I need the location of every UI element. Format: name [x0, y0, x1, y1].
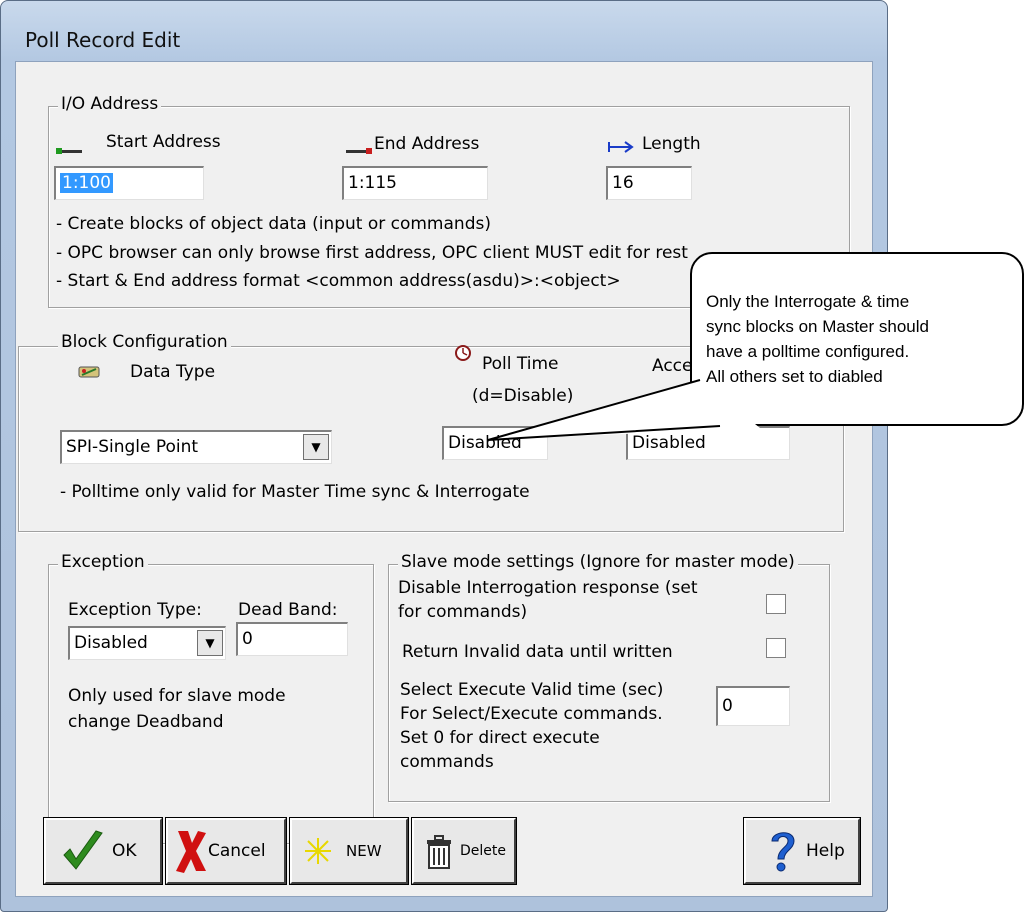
poll-time-label: Poll Time: [482, 354, 559, 374]
access-input[interactable]: Disabled: [626, 426, 790, 460]
io-note-1: - Create blocks of object data (input or…: [56, 214, 491, 234]
delete-button-label: Delete: [460, 843, 506, 859]
block-config-note: - Polltime only valid for Master Time sy…: [60, 482, 530, 502]
select-exec-label-2: For Select/Execute commands.: [400, 704, 663, 724]
select-exec-label-3: Set 0 for direct execute: [400, 728, 600, 748]
return-invalid-label: Return Invalid data until written: [402, 642, 673, 662]
help-question-icon: [766, 829, 798, 873]
start-address-icon: [56, 140, 84, 154]
callout-line-2: sync blocks on Master should: [706, 317, 929, 336]
block-config-legend: Block Configuration: [58, 332, 231, 352]
exception-type-value: Disabled: [74, 633, 148, 653]
select-exec-label-1: Select Execute Valid time (sec): [400, 680, 664, 700]
ok-button-label: OK: [112, 841, 137, 861]
select-exec-time-input[interactable]: 0: [716, 686, 790, 726]
data-type-label: Data Type: [130, 362, 216, 382]
slave-mode-legend: Slave mode settings (Ignore for master m…: [398, 552, 798, 572]
dead-band-input[interactable]: 0: [236, 622, 348, 656]
io-note-3: - Start & End address format <common add…: [56, 271, 621, 291]
delete-button[interactable]: Delete: [411, 817, 517, 885]
start-address-label: Start Address: [106, 132, 221, 152]
clock-icon: [454, 344, 472, 362]
disable-interrogation-checkbox[interactable]: [766, 594, 786, 614]
dialog-window: Poll Record Edit I/O Address Start Addre…: [0, 0, 888, 912]
chevron-down-icon[interactable]: ▼: [303, 434, 329, 460]
poll-time-hint: (d=Disable): [472, 386, 574, 406]
callout-line-4: All others set to diabled: [706, 367, 883, 386]
io-note-2: - OPC browser can only browse first addr…: [56, 243, 688, 263]
callout-line-1: Only the Interrogate & time: [706, 292, 910, 311]
select-exec-label-4: commands: [400, 752, 494, 772]
new-button[interactable]: NEW: [289, 817, 409, 885]
end-address-icon: [346, 140, 374, 154]
exception-type-label: Exception Type:: [68, 600, 202, 620]
ok-button[interactable]: OK: [43, 817, 163, 885]
chevron-down-icon[interactable]: ▼: [197, 630, 223, 656]
data-type-icon: [78, 364, 100, 378]
window-title: Poll Record Edit: [25, 28, 181, 52]
help-button-label: Help: [806, 841, 845, 861]
exception-note-2: change Deadband: [68, 712, 224, 732]
start-address-input[interactable]: 1:100: [54, 166, 204, 200]
help-button[interactable]: Help: [743, 817, 861, 885]
return-invalid-checkbox[interactable]: [766, 638, 786, 658]
end-address-input[interactable]: 1:115: [342, 166, 488, 200]
exception-legend: Exception: [58, 552, 148, 572]
callout-line-3: have a polltime configured.: [706, 342, 910, 361]
ok-check-icon: [60, 829, 104, 873]
end-address-label: End Address: [374, 134, 480, 154]
new-button-label: NEW: [346, 842, 382, 860]
exception-note-1: Only used for slave mode: [68, 686, 286, 706]
cancel-x-icon: [174, 827, 208, 875]
io-address-legend: I/O Address: [58, 94, 162, 114]
callout-text: Only the Interrogate & time sync blocks …: [706, 289, 1006, 389]
length-label: Length: [642, 134, 701, 154]
trash-icon: [424, 832, 454, 870]
title-bar[interactable]: Poll Record Edit: [1, 1, 887, 57]
new-star-icon: [304, 837, 332, 865]
disable-interrogation-label-1: Disable Interrogation response (set: [398, 578, 698, 598]
cancel-button-label: Cancel: [208, 841, 266, 861]
dialog-client: I/O Address Start Address End Address Le…: [15, 61, 873, 897]
dead-band-label: Dead Band:: [238, 600, 338, 620]
data-type-value: SPI-Single Point: [66, 437, 199, 457]
exception-type-combobox[interactable]: Disabled ▼: [68, 626, 226, 660]
data-type-combobox[interactable]: SPI-Single Point ▼: [60, 430, 332, 464]
cancel-button[interactable]: Cancel: [165, 817, 287, 885]
start-address-value: 1:100: [60, 173, 113, 193]
poll-time-input[interactable]: Disabled: [442, 426, 548, 460]
length-input[interactable]: 16: [606, 166, 692, 200]
disable-interrogation-label-2: for commands): [398, 602, 528, 622]
length-arrow-icon: [607, 138, 635, 153]
